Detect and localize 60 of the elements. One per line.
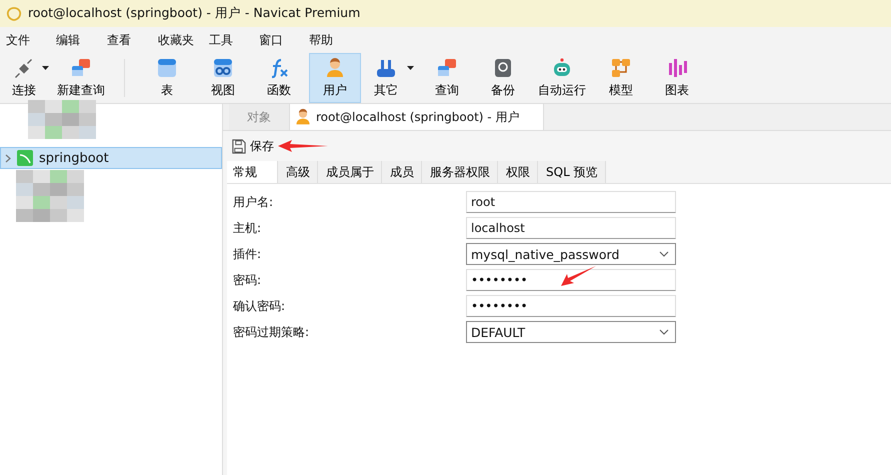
dropdown[interactable]: DEFAULT bbox=[466, 321, 676, 343]
field-label: 密码过期策略: bbox=[232, 324, 310, 340]
input-field[interactable]: •••••••• bbox=[466, 295, 676, 317]
menu-item[interactable]: 窗口 bbox=[253, 32, 303, 48]
toolbar-button[interactable]: 视图 bbox=[197, 53, 249, 103]
toolbar-button[interactable]: 自动运行 bbox=[533, 53, 591, 103]
menu-item[interactable]: 文件 bbox=[0, 32, 50, 48]
tab[interactable]: SQL 预览 bbox=[538, 161, 606, 183]
input-field[interactable]: localhost bbox=[466, 217, 676, 239]
user-icon bbox=[324, 57, 346, 79]
table-stack-icon bbox=[70, 57, 92, 79]
robot-icon bbox=[551, 57, 573, 79]
window-title: root@localhost (springboot) - 用户 - Navicat Premium bbox=[28, 5, 360, 22]
toolbar-button[interactable]: 查询 bbox=[421, 53, 473, 103]
chevron-down-icon bbox=[659, 329, 669, 335]
menu-item[interactable]: 编辑 bbox=[50, 32, 101, 48]
app-logo-icon bbox=[6, 6, 22, 22]
toolbar-button[interactable]: 其它 bbox=[365, 53, 417, 103]
caret-icon[interactable] bbox=[42, 66, 49, 70]
table-icon bbox=[156, 57, 178, 79]
menu-item[interactable]: 查看 bbox=[101, 32, 152, 48]
chevron-down-icon bbox=[659, 251, 669, 257]
field-label: 主机: bbox=[232, 220, 262, 236]
save-button[interactable]: 保存 bbox=[229, 136, 276, 156]
table-stack-icon bbox=[436, 57, 458, 79]
tab[interactable]: 高级 bbox=[278, 161, 318, 183]
model-icon bbox=[610, 57, 632, 79]
toolbar-button[interactable]: 用户 bbox=[309, 53, 361, 103]
toolbar-button[interactable]: 备份 bbox=[477, 53, 529, 103]
arrow-annotation bbox=[561, 266, 597, 286]
chevron-right-icon[interactable] bbox=[5, 154, 11, 162]
input-field[interactable]: root bbox=[466, 191, 676, 213]
toolbar-button[interactable]: 模型 bbox=[595, 53, 647, 103]
tools-icon bbox=[375, 57, 397, 79]
field-label: 密码: bbox=[232, 272, 262, 288]
tab[interactable]: 成员属于 bbox=[318, 161, 382, 183]
dropdown[interactable]: mysql_native_password bbox=[466, 243, 676, 265]
menu-item[interactable]: 工具 bbox=[203, 32, 253, 48]
toolbar-button[interactable]: 函数 bbox=[253, 53, 305, 103]
input-field[interactable]: •••••••• bbox=[466, 269, 676, 291]
field-label: 插件: bbox=[232, 246, 262, 262]
field-label: 确认密码: bbox=[232, 298, 286, 314]
tab[interactable]: 成员 bbox=[382, 161, 422, 183]
toolbar-button[interactable]: 表 bbox=[141, 53, 193, 103]
caret-icon[interactable] bbox=[407, 66, 414, 70]
toolbar-button[interactable]: 连接 bbox=[6, 53, 52, 103]
tab[interactable]: 常规 bbox=[227, 161, 278, 183]
tree-item[interactable]: springboot bbox=[0, 147, 222, 169]
menu-item[interactable]: 收藏夹 bbox=[152, 32, 203, 48]
glasses-icon bbox=[212, 57, 234, 79]
field-label: 用户名: bbox=[232, 194, 274, 210]
backup-icon bbox=[492, 57, 514, 79]
blurred-region bbox=[16, 170, 84, 222]
tab[interactable]: 服务器权限 bbox=[422, 161, 498, 183]
tab[interactable]: 权限 bbox=[498, 161, 538, 183]
bar-chart-icon bbox=[666, 57, 688, 79]
menu-item[interactable]: 帮助 bbox=[303, 32, 353, 48]
toolbar-button[interactable]: 图表 bbox=[651, 53, 703, 103]
document-tab[interactable]: root@localhost (springboot) - 用户 bbox=[290, 104, 544, 130]
plug-icon bbox=[13, 57, 35, 79]
